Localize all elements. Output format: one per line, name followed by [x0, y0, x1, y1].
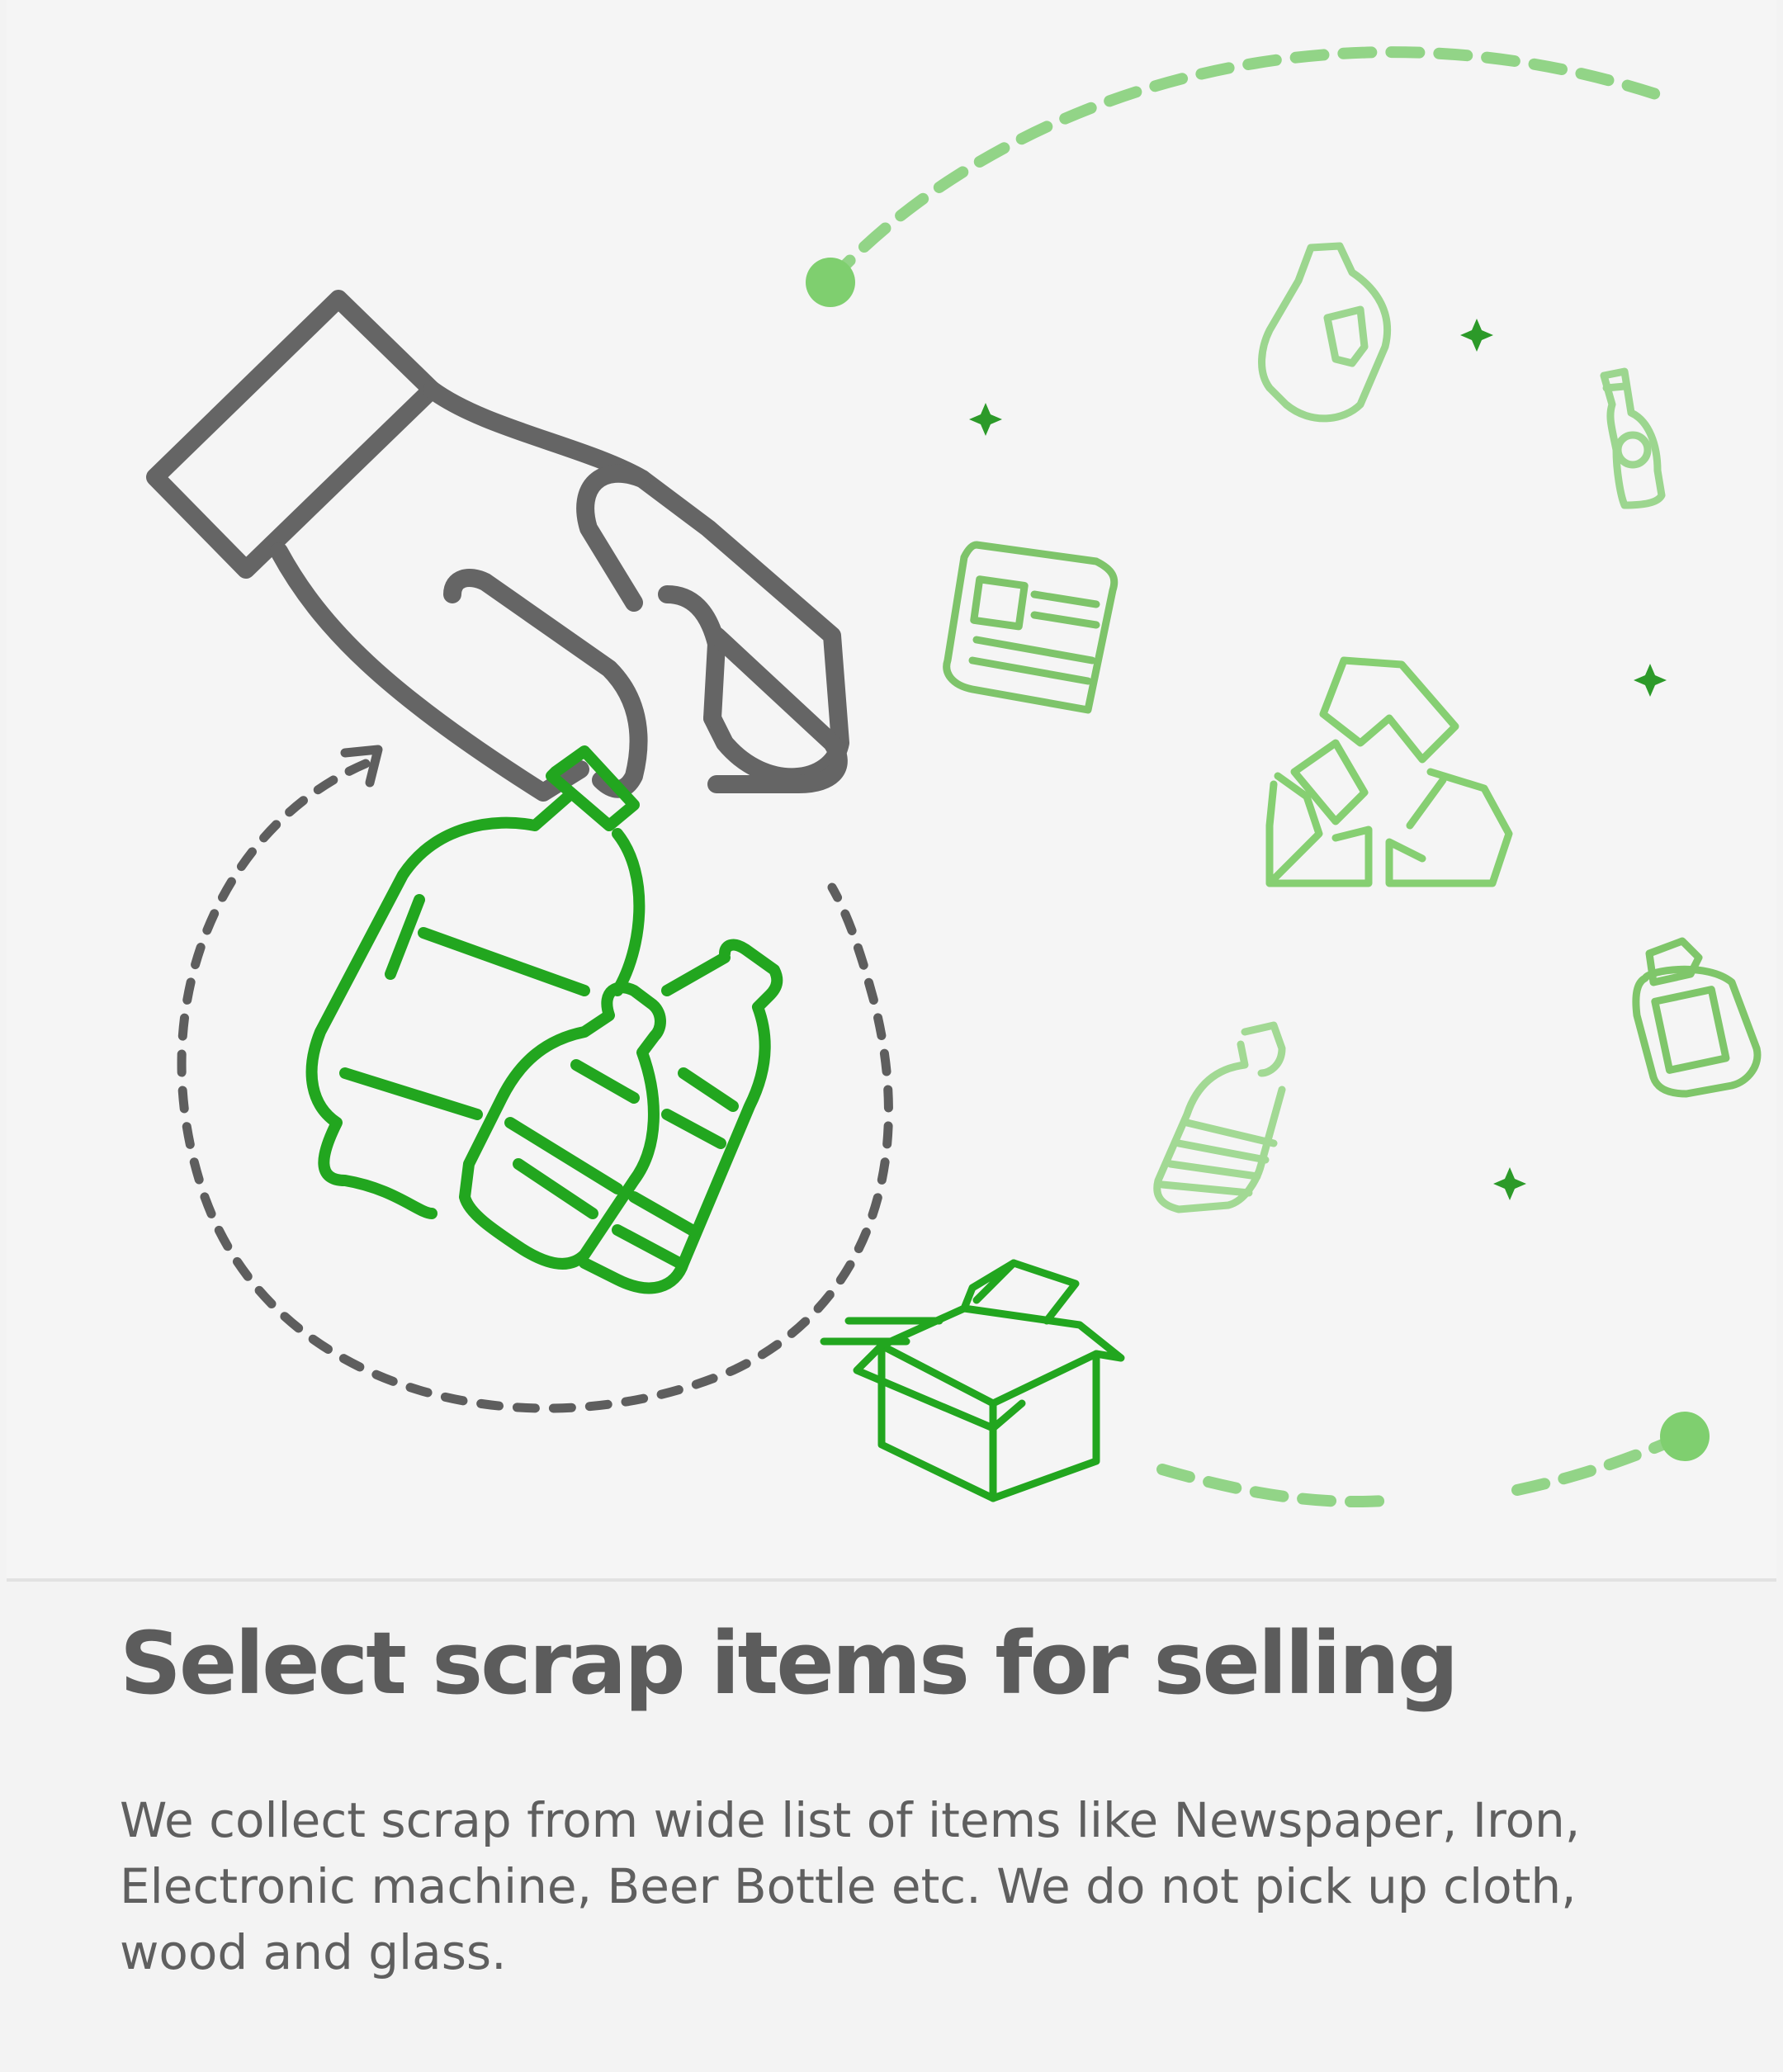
- scrap-illustration: [7, 0, 1776, 1578]
- page-title: Select scrap items for selling: [120, 1613, 1459, 1714]
- newspaper-icon: [943, 541, 1119, 714]
- onboarding-screen: Select scrap items for selling We collec…: [0, 0, 1783, 2072]
- orbit-path-top: [806, 46, 1672, 307]
- illustration-canvas: [146, 46, 1762, 1507]
- jar-icon: [1632, 937, 1762, 1098]
- jug-icon: [1258, 242, 1392, 423]
- page-description: We collect scrap from wide list of items…: [120, 1792, 1581, 1980]
- orbit-path-bottom: [1156, 1412, 1710, 1507]
- beer-bottle-icon: [1600, 367, 1666, 509]
- hand-icon: [146, 290, 849, 802]
- recycle-icon: [1265, 656, 1513, 887]
- section-divider: [7, 1578, 1776, 1582]
- plastic-bottles-icon: [305, 745, 783, 1294]
- cardboard-box-icon: [820, 1259, 1125, 1502]
- water-bottle-icon: [1153, 1021, 1286, 1213]
- cycle-arrow-icon: [177, 745, 893, 1413]
